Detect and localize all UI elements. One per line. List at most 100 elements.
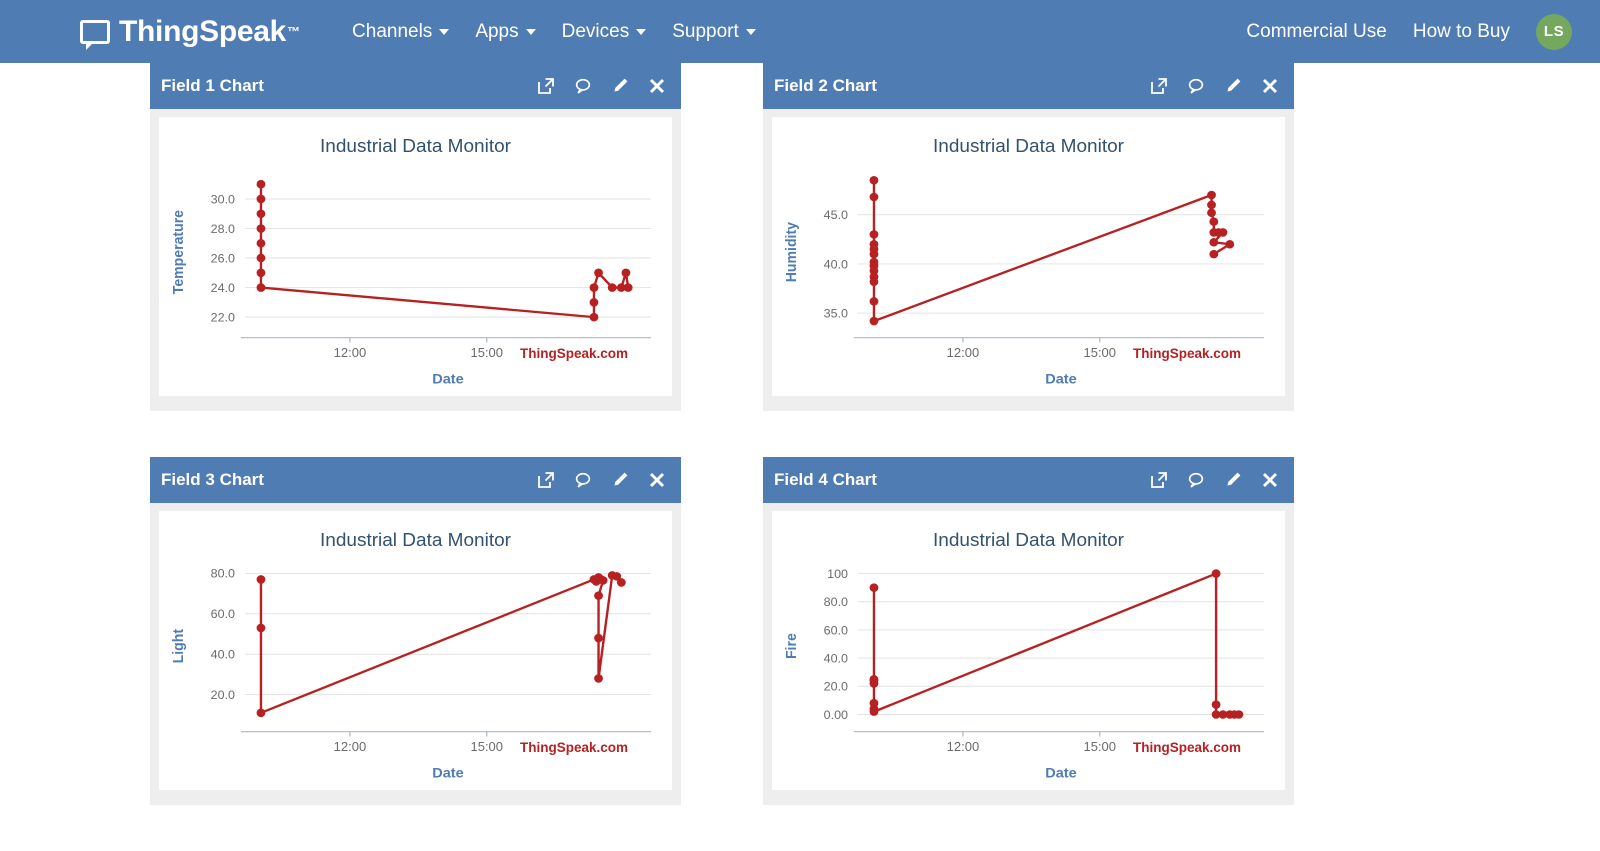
nav-item-commercial-use[interactable]: Commercial Use [1246,21,1386,43]
svg-text:15:00: 15:00 [1084,739,1117,754]
svg-text:0.00: 0.00 [824,708,848,722]
chevron-down-icon [745,28,756,35]
svg-text:40.0: 40.0 [211,648,235,662]
svg-text:12:00: 12:00 [947,345,980,360]
field-4-chart-panel: Field 4 Chart Industrial Data Monitor 0.0… [763,457,1294,805]
svg-text:28.0: 28.0 [211,222,235,236]
field-1-chart-header: Field 1 Chart [150,63,681,109]
svg-text:12:00: 12:00 [334,345,367,360]
svg-text:40.0: 40.0 [824,257,848,271]
svg-text:Fire: Fire [784,633,800,659]
field-2-chart-tools [1149,76,1280,96]
external-link-icon[interactable] [536,76,556,96]
svg-text:20.0: 20.0 [824,680,848,694]
svg-text:Date: Date [1045,372,1076,388]
speech-screen-icon [80,19,110,50]
close-icon[interactable] [1260,470,1280,490]
chevron-down-icon [636,28,647,35]
field-2-chart-panel: Field 2 Chart Industrial Data Monitor 35.… [763,63,1294,411]
nav-item-how-to-buy[interactable]: How to Buy [1413,21,1510,43]
svg-text:Temperature: Temperature [171,210,187,294]
svg-text:80.0: 80.0 [824,595,848,609]
field-1-chart-body: Industrial Data Monitor 22.0 24.0 26.0 28.0 3… [150,109,681,411]
external-link-icon[interactable] [1149,470,1169,490]
svg-text:30.0: 30.0 [211,192,235,206]
field-2-chart-header: Field 2 Chart [763,63,1294,109]
nav-item-devices-label: Devices [561,20,630,42]
nav-item-support-label: Support [672,20,739,42]
primary-nav: Channels Apps Devices Support [352,21,756,43]
field-1-chart-canvas[interactable]: Industrial Data Monitor 22.0 24.0 26.0 28.0 3… [159,117,672,396]
field-1-watermark: ThingSpeak.com [519,346,628,361]
field-4-chart-tools [1149,470,1280,490]
field-3-chart-tools [536,470,667,490]
field-3-watermark: ThingSpeak.com [519,740,628,755]
svg-text:15:00: 15:00 [471,345,504,360]
field-3-chart-header: Field 3 Chart [150,457,681,503]
nav-item-support[interactable]: Support [672,21,756,43]
field-3-chart-panel: Field 3 Chart Industrial Data Monitor 20.… [150,457,681,805]
nav-item-apps[interactable]: Apps [475,20,536,43]
close-icon[interactable] [1260,76,1280,96]
comment-icon[interactable] [1186,470,1206,490]
secondary-nav: Commercial Use How to Buy LS [1246,13,1572,50]
pencil-icon[interactable] [610,470,630,490]
chevron-down-icon [525,28,536,35]
brand-name: ThingSpeak [119,14,287,48]
svg-text:Date: Date [1045,766,1076,782]
svg-text:12:00: 12:00 [334,739,367,754]
svg-text:15:00: 15:00 [471,739,504,754]
svg-text:22.0: 22.0 [211,311,235,325]
field-4-chart-body: Industrial Data Monitor 0.00 20.0 40.0 60.0 8… [763,503,1294,805]
svg-text:26.0: 26.0 [211,252,235,266]
svg-text:Industrial Data Monitor: Industrial Data Monitor [320,135,511,156]
svg-text:80.0: 80.0 [211,567,235,581]
external-link-icon[interactable] [1149,76,1169,96]
comment-icon[interactable] [573,76,593,96]
svg-text:Date: Date [432,766,463,782]
close-icon[interactable] [647,76,667,96]
nav-item-channels[interactable]: Channels [352,21,450,43]
field-4-chart-header: Field 4 Chart [763,457,1294,503]
avatar[interactable]: LS [1536,13,1572,50]
svg-text:20.0: 20.0 [211,688,235,702]
nav-item-devices[interactable]: Devices [562,21,647,43]
field-3-chart-canvas[interactable]: Industrial Data Monitor 20.0 40.0 60.0 80.0 1… [159,511,672,790]
field-4-chart-canvas[interactable]: Industrial Data Monitor 0.00 20.0 40.0 60.0 8… [772,511,1285,790]
field-2-watermark: ThingSpeak.com [1132,346,1241,361]
svg-text:100: 100 [827,567,848,581]
svg-text:Industrial Data Monitor: Industrial Data Monitor [933,135,1124,156]
svg-text:60.0: 60.0 [211,607,235,621]
svg-text:35.0: 35.0 [824,307,848,321]
svg-text:Light: Light [171,629,187,664]
comment-icon[interactable] [573,470,593,490]
field-4-watermark: ThingSpeak.com [1132,740,1241,755]
svg-text:45.0: 45.0 [824,208,848,222]
field-3-chart-title: Field 3 Chart [161,470,264,489]
external-link-icon[interactable] [536,470,556,490]
svg-text:60.0: 60.0 [824,623,848,637]
svg-text:Date: Date [432,372,463,388]
field-1-chart-title: Field 1 Chart [161,76,264,95]
svg-text:15:00: 15:00 [1084,345,1117,360]
close-icon[interactable] [647,470,667,490]
field-2-chart-canvas[interactable]: Industrial Data Monitor 35.0 40.0 45.0 12:00… [772,117,1285,396]
field-1-chart-tools [536,76,667,96]
svg-text:Humidity: Humidity [784,222,800,282]
field-3-chart-body: Industrial Data Monitor 20.0 40.0 60.0 80.0 1… [150,503,681,805]
field-2-chart-body: Industrial Data Monitor 35.0 40.0 45.0 12:00… [763,109,1294,411]
svg-text:Industrial Data Monitor: Industrial Data Monitor [320,529,511,550]
pencil-icon[interactable] [1223,76,1243,96]
svg-text:40.0: 40.0 [824,652,848,666]
thingspeak-logo[interactable]: ThingSpeak ™ [80,14,301,50]
top-navbar: ThingSpeak ™ Channels Apps Devices Suppo… [0,0,1600,63]
brand-trademark: ™ [287,24,301,39]
pencil-icon[interactable] [1223,470,1243,490]
pencil-icon[interactable] [610,76,630,96]
chart-grid: Field 1 Chart Industrial Data Monitor 22.… [0,63,1600,805]
field-2-chart-title: Field 2 Chart [774,76,877,95]
comment-icon[interactable] [1186,76,1206,96]
field-1-chart-panel: Field 1 Chart Industrial Data Monitor 22.… [150,63,681,411]
svg-text:24.0: 24.0 [211,281,235,295]
nav-item-apps-label: Apps [475,20,519,42]
